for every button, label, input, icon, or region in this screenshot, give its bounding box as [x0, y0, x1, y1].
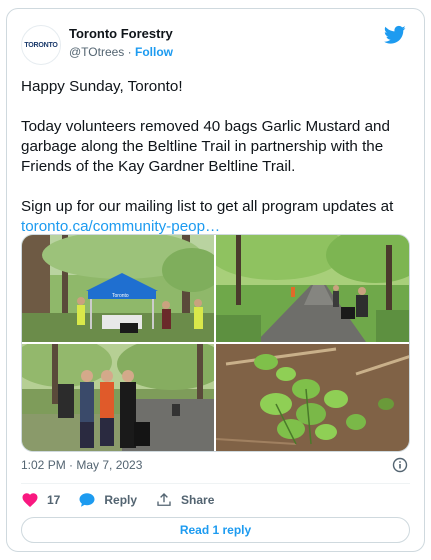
tweet-actions: 17 Reply Share	[21, 489, 232, 511]
author-handle-line: @TOtrees · Follow	[69, 43, 173, 61]
photo-tent-image: Toronto	[22, 235, 214, 342]
photo-garlic-mustard[interactable]	[216, 344, 409, 451]
avatar[interactable]: TORONTO	[21, 25, 61, 65]
tweet-paragraph: Happy Sunday, Toronto!	[21, 78, 183, 95]
reply-label: Reply	[104, 493, 138, 507]
twitter-logo-icon[interactable]	[384, 25, 406, 45]
photo-beltline-trail[interactable]	[216, 235, 409, 342]
author-info: Toronto Forestry @TOtrees · Follow	[69, 25, 173, 61]
tweet-header: TORONTO Toronto Forestry @TOtrees · Foll…	[21, 23, 410, 67]
like-count: 17	[47, 493, 61, 507]
tweet-body: Happy Sunday, Toronto! Today volunteers …	[21, 77, 413, 237]
heart-icon	[22, 493, 38, 508]
tweet-card[interactable]: TORONTO Toronto Forestry @TOtrees · Foll…	[6, 8, 425, 552]
share-label: Share	[181, 493, 215, 507]
read-replies-button[interactable]: Read 1 reply	[21, 517, 410, 543]
share-icon	[157, 493, 171, 506]
tent-sign-text: Toronto	[112, 293, 129, 299]
photo-volunteers-group[interactable]	[22, 344, 214, 451]
avatar-logo-text: TORONTO	[24, 41, 58, 49]
photo-grid: Toronto	[21, 234, 410, 452]
like-button[interactable]: 17	[21, 491, 60, 509]
photo-group-image	[22, 344, 214, 451]
divider	[21, 483, 410, 484]
photo-volunteers-tent[interactable]: Toronto	[22, 235, 214, 342]
tweet-paragraph: Sign up for our mailing list to get all …	[21, 197, 413, 237]
reply-button[interactable]: Reply	[78, 491, 137, 509]
share-button[interactable]: Share	[155, 491, 214, 509]
handle-separator: ·	[127, 45, 132, 59]
info-icon[interactable]	[392, 457, 408, 473]
follow-link[interactable]: Follow	[135, 45, 173, 59]
reply-bubble-icon	[79, 493, 95, 507]
tweet-paragraph: Today volunteers removed 40 bags Garlic …	[21, 118, 390, 175]
tweet-paragraph-text: Sign up for our mailing list to get all …	[21, 198, 394, 215]
author-display-name[interactable]: Toronto Forestry	[69, 25, 173, 43]
community-link[interactable]: toronto.ca/community-peop…	[21, 218, 220, 235]
photo-plants-image	[216, 344, 409, 451]
tweet-timestamp[interactable]: 1:02 PM · May 7, 2023	[21, 457, 142, 473]
author-handle[interactable]: @TOtrees	[69, 45, 124, 59]
photo-trail-image	[216, 235, 409, 342]
